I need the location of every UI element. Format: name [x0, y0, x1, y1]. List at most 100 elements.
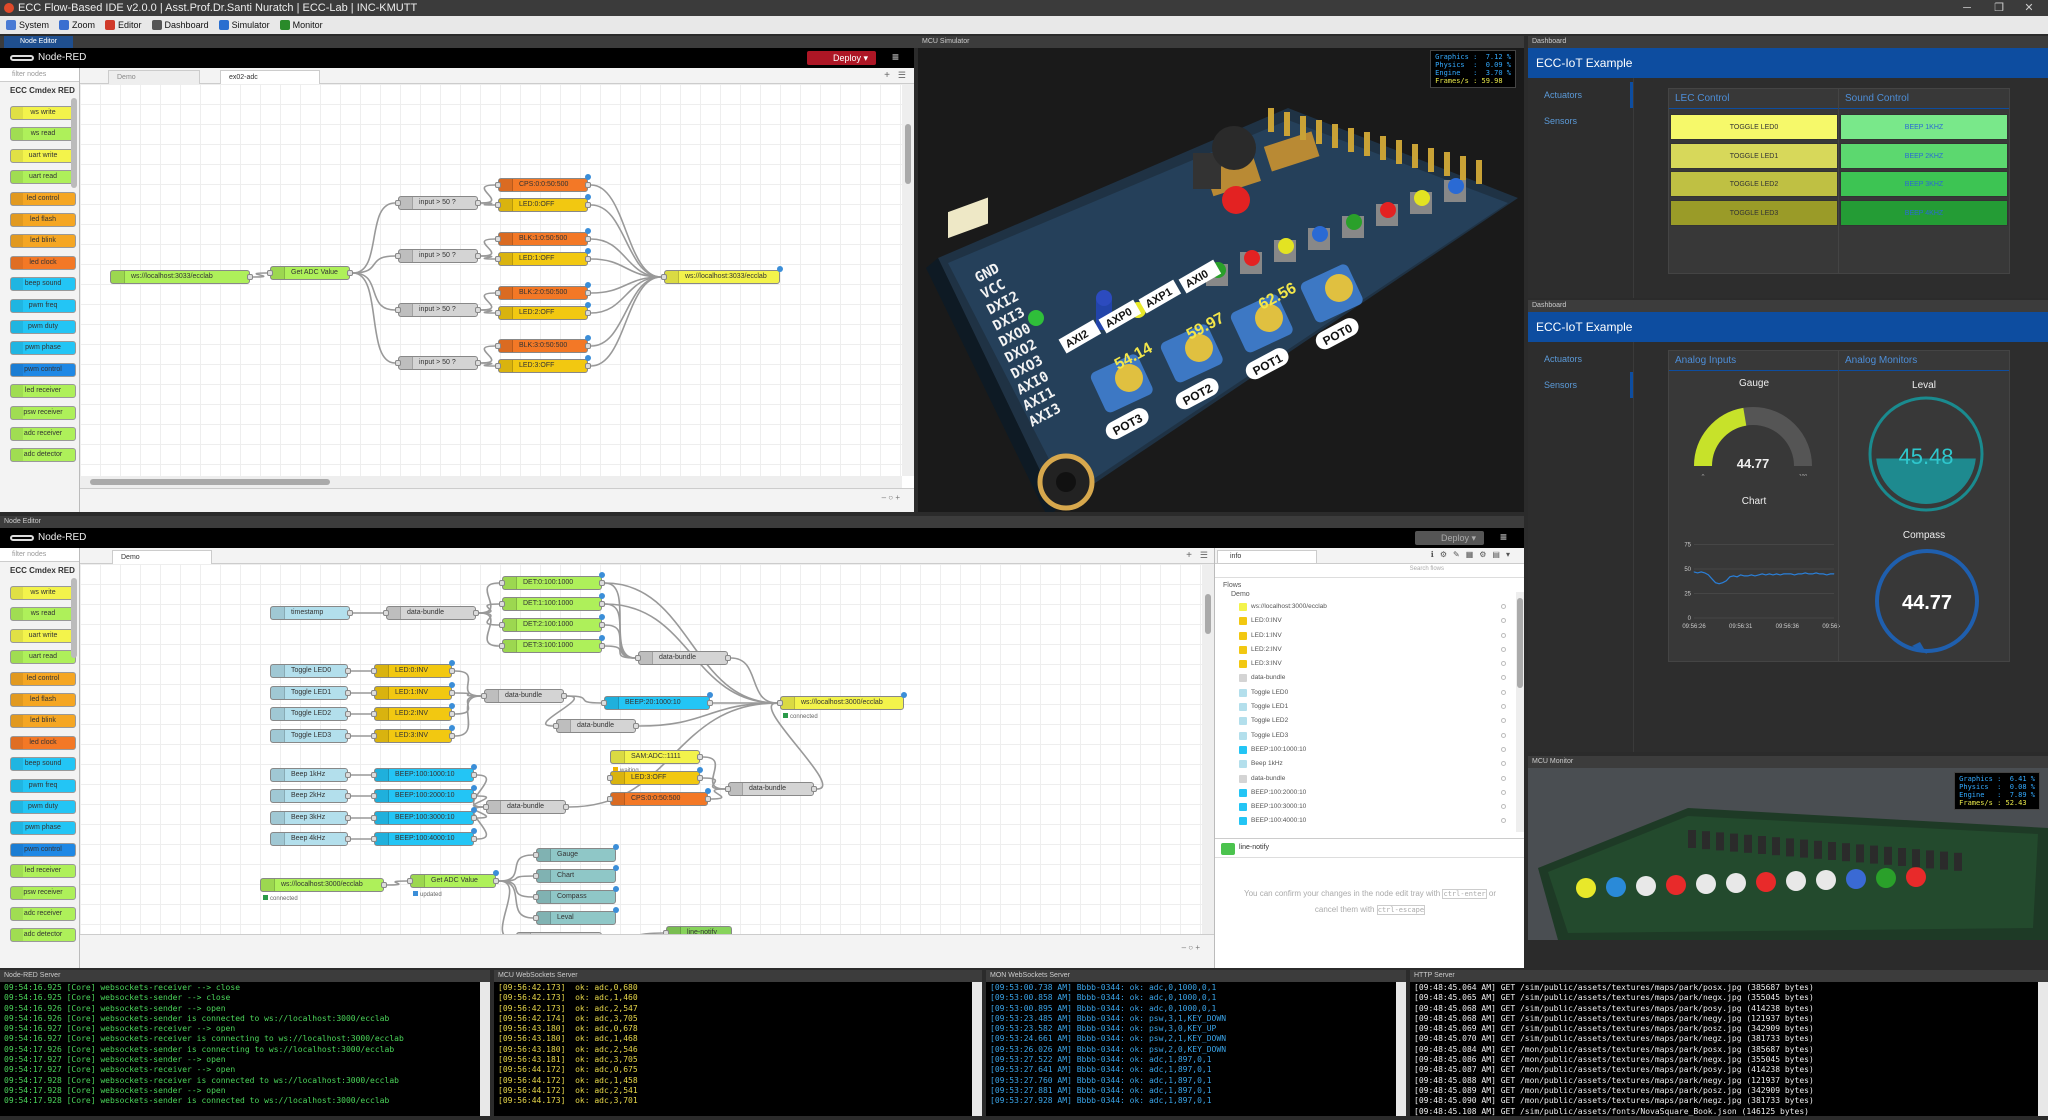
palette-node[interactable]: ws read	[10, 607, 76, 622]
input-port[interactable]	[607, 775, 613, 781]
flow-node[interactable]: Toggle LED0	[270, 664, 351, 678]
input-port[interactable]	[499, 643, 505, 649]
flow-node[interactable]: SAM:ADC::1111waiting	[610, 750, 703, 774]
input-port[interactable]	[395, 200, 401, 206]
palette-node[interactable]: pwm duty	[10, 320, 76, 334]
enable-toggle-icon[interactable]	[1501, 646, 1506, 652]
tab-info[interactable]: info	[1217, 550, 1317, 564]
flow-list-item[interactable]: Beep 1kHz	[1215, 757, 1524, 771]
palette-node[interactable]: led blink	[10, 234, 76, 249]
console-scrollbar[interactable]	[1396, 982, 1406, 1116]
console-log[interactable]: [09:48:45.064 AM] GET /sim/public/assets…	[1410, 982, 2048, 1116]
menu-icon[interactable]: ≡	[1500, 531, 1510, 543]
input-port[interactable]	[495, 290, 501, 296]
enable-toggle-icon[interactable]	[1501, 618, 1506, 624]
flow-node[interactable]: ws://localhost:3000/ecclab connected	[260, 878, 387, 902]
input-port[interactable]	[635, 655, 641, 661]
input-port[interactable]	[499, 580, 505, 586]
output-port[interactable]	[811, 786, 817, 792]
flow-list-item[interactable]: BEEP:100:3000:10	[1215, 800, 1524, 814]
output-port[interactable]	[585, 310, 591, 316]
input-port[interactable]	[481, 693, 487, 699]
palette-node[interactable]: ws write	[10, 586, 76, 600]
console-scrollbar[interactable]	[972, 982, 982, 1116]
output-port[interactable]	[345, 711, 351, 717]
tab-list-icon[interactable]: ☰	[1200, 550, 1208, 561]
input-port[interactable]	[495, 202, 501, 208]
output-port[interactable]	[493, 878, 499, 884]
flows-label[interactable]: Flows	[1215, 578, 1524, 589]
menu-icon[interactable]: ≡	[892, 51, 902, 63]
output-port[interactable]	[471, 793, 477, 799]
palette-node[interactable]: led blink	[10, 714, 76, 729]
toggle-led0-button[interactable]: TOGGLE LED0	[1670, 114, 1838, 140]
output-port[interactable]	[345, 690, 351, 696]
flow-list-item[interactable]: LED:0:INV	[1215, 614, 1524, 628]
output-port[interactable]	[345, 836, 351, 842]
output-port[interactable]	[475, 307, 481, 313]
console-scrollbar[interactable]	[480, 982, 490, 1116]
mcu-monitor-view[interactable]: Graphics : 6.41 % Physics : 0.08 % Engine …	[1528, 768, 2048, 940]
toggle-led1-button[interactable]: TOGGLE LED1	[1670, 142, 1838, 169]
palette-node[interactable]: led flash	[10, 213, 76, 227]
input-port[interactable]	[533, 894, 539, 900]
output-port[interactable]	[449, 733, 455, 739]
flow-list-item[interactable]: LED:2:INV	[1215, 643, 1524, 657]
output-port[interactable]	[697, 775, 703, 781]
sidebar-item-sensors[interactable]: Sensors	[1528, 372, 1633, 398]
palette-category[interactable]: ECC Cmdex RED	[0, 562, 79, 578]
enable-toggle-icon[interactable]	[1501, 632, 1506, 638]
flow-demo[interactable]: Demo	[1215, 589, 1524, 600]
output-port[interactable]	[475, 253, 481, 259]
input-port[interactable]	[395, 360, 401, 366]
flow-node[interactable]: Gauge	[533, 844, 619, 862]
output-port[interactable]	[697, 754, 703, 760]
flow-node[interactable]: Chart	[533, 865, 619, 883]
flow-node[interactable]: LED:2:OFF	[495, 302, 591, 320]
flow-node[interactable]: Compass	[533, 886, 619, 904]
palette-node[interactable]: adc detector	[10, 448, 76, 463]
flow-node[interactable]: BEEP:100:1000:10	[371, 764, 477, 782]
enable-toggle-icon[interactable]	[1501, 718, 1506, 724]
flow-node[interactable]: Get ADC Value updated	[407, 870, 499, 898]
flow-list-item[interactable]: BEEP:100:4000:10	[1215, 814, 1524, 828]
palette-node[interactable]: uart read	[10, 170, 76, 185]
flow-node[interactable]: BLK:3:0:50:500	[495, 335, 591, 353]
output-port[interactable]	[725, 655, 731, 661]
close-button[interactable]: ✕	[2014, 0, 2044, 16]
flow-node[interactable]: data-bundle	[553, 719, 639, 733]
flow-node[interactable]: Beep 1kHz	[270, 768, 351, 782]
palette-node[interactable]: uart write	[10, 148, 76, 163]
input-port[interactable]	[553, 723, 559, 729]
flow-node[interactable]: DET:0:100:1000	[499, 572, 605, 590]
flow-node[interactable]: data-bundle	[483, 800, 569, 814]
output-port[interactable]	[345, 668, 351, 674]
output-port[interactable]	[345, 733, 351, 739]
minimize-button[interactable]: ─	[1952, 0, 1982, 16]
sidebar-item-actuators[interactable]: Actuators	[1528, 346, 1633, 372]
workspace-canvas[interactable]: timestamp data-bundle DET:0:100:1000 DET:1:…	[80, 564, 1202, 956]
input-port[interactable]	[601, 700, 607, 706]
flow-node[interactable]: LED:3:OFF	[607, 767, 703, 785]
flow-node[interactable]: Beep 2kHz	[270, 789, 351, 803]
flow-list-item[interactable]: Toggle LED2	[1215, 714, 1524, 728]
flow-list-item[interactable]: BEEP:100:1000:10	[1215, 743, 1524, 757]
sidebar-item-actuators[interactable]: Actuators	[1528, 82, 1633, 108]
palette-node[interactable]: led receiver	[10, 864, 76, 879]
card-title[interactable]: Analog Inputs	[1669, 351, 1839, 371]
enable-toggle-icon[interactable]	[1501, 675, 1506, 681]
enable-toggle-icon[interactable]	[1501, 689, 1506, 695]
input-port[interactable]	[533, 852, 539, 858]
palette-node[interactable]: ws read	[10, 127, 76, 142]
output-port[interactable]	[585, 182, 591, 188]
enable-toggle-icon[interactable]	[1501, 804, 1506, 810]
palette-node[interactable]: pwm phase	[10, 341, 76, 356]
output-port[interactable]	[585, 202, 591, 208]
console-scrollbar[interactable]	[2038, 982, 2048, 1116]
menu-dashboard[interactable]: Dashboard	[151, 20, 209, 30]
output-port[interactable]	[585, 236, 591, 242]
palette-node[interactable]: psw receiver	[10, 885, 76, 900]
input-port[interactable]	[371, 690, 377, 696]
input-port[interactable]	[395, 253, 401, 259]
input-port[interactable]	[777, 700, 783, 706]
